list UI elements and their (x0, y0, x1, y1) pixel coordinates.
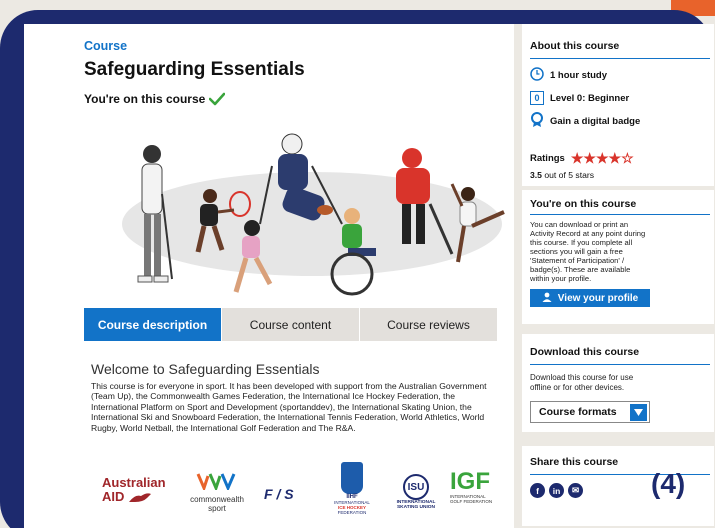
figure-label: (4) (651, 468, 686, 499)
share-title: Share this course (530, 456, 619, 468)
ratings-card: Ratings ★★★★☆ 3.5 out of 5 stars (522, 142, 714, 186)
enrolled-card-text: You can download or print an Activity Re… (530, 220, 646, 283)
check-icon (209, 92, 226, 106)
enrolled-card: You're on this course You can download o… (522, 190, 714, 324)
course-description-text: This course is for everyone in sport. It… (91, 381, 487, 433)
rating-suffix: out of 5 stars (544, 170, 595, 180)
star-icon: ★ (570, 150, 584, 166)
partner-logos: Australian AID commonwealth sport F / S … (102, 462, 502, 522)
study-time: 1 hour study (530, 67, 710, 84)
course-page: Course Safeguarding Essentials You're on… (24, 24, 714, 528)
hero-illustration (122, 133, 505, 296)
divider (530, 214, 710, 215)
email-icon[interactable]: ✉ (568, 483, 583, 498)
igf-logo: IGF INTERNATIONAL GOLF FEDERATION (450, 468, 493, 505)
star-icon: ★ (608, 150, 622, 166)
facebook-icon[interactable]: f (530, 483, 545, 498)
page-title: Safeguarding Essentials (84, 59, 305, 80)
star-empty-icon: ☆ (621, 150, 634, 166)
user-icon (542, 292, 552, 305)
tab-course-description[interactable]: Course description (84, 308, 222, 341)
view-profile-button[interactable]: View your profile (530, 289, 650, 307)
enrolled-label: You're on this course (84, 92, 206, 106)
linkedin-icon[interactable]: in (549, 483, 564, 498)
digital-badge: Gain a digital badge (530, 112, 710, 131)
tab-course-content[interactable]: Course content (222, 308, 360, 341)
enrolled-card-title: You're on this course (530, 198, 637, 210)
commonwealth-sport-logo: commonwealth sport (182, 472, 252, 513)
main-content: Course Safeguarding Essentials You're on… (24, 24, 516, 528)
tab-course-reviews[interactable]: Course reviews (360, 308, 498, 341)
level-icon: 0 (530, 91, 544, 105)
course-tabs: Course description Course content Course… (84, 308, 498, 341)
download-card: Download this course Download this cours… (522, 334, 714, 432)
chevron-down-icon[interactable] (630, 403, 647, 421)
download-title: Download this course (530, 346, 640, 358)
divider (530, 364, 710, 365)
iihf-logo: IIHF INTERNATIONAL ICE HOCKEY FEDERATION (324, 462, 380, 515)
enrolled-status: You're on this course (84, 92, 226, 106)
star-icon: ★ (595, 150, 609, 166)
star-icon: ★ (583, 150, 596, 166)
cgf-mark-icon (196, 473, 236, 493)
course-level: 0 Level 0: Beginner (530, 91, 710, 105)
star-rating: ★★★★☆ (571, 150, 634, 167)
kangaroo-icon (129, 492, 152, 502)
badge-icon (530, 112, 544, 131)
rating-summary: 3.5 out of 5 stars (530, 170, 710, 180)
sidebar: About this course 1 hour study 0 Level 0… (514, 24, 714, 528)
divider (530, 58, 710, 59)
australian-aid-logo: Australian AID (102, 475, 166, 504)
about-card: About this course 1 hour study 0 Level 0… (522, 24, 714, 155)
about-title: About this course (530, 40, 620, 52)
ratings-label: Ratings (530, 153, 565, 164)
rating-number: 3.5 (530, 170, 542, 180)
welcome-heading: Welcome to Safeguarding Essentials (91, 361, 320, 377)
clock-icon (530, 67, 544, 84)
download-text: Download this course for use offline or … (530, 373, 634, 392)
isu-logo: ISU INTERNATIONAL SKATING UNION (386, 474, 446, 510)
fis-logo: F / S (264, 486, 294, 502)
course-kicker: Course (84, 39, 128, 53)
device-frame: Course Safeguarding Essentials You're on… (0, 10, 714, 528)
course-formats-select[interactable]: Course formats (530, 401, 650, 423)
